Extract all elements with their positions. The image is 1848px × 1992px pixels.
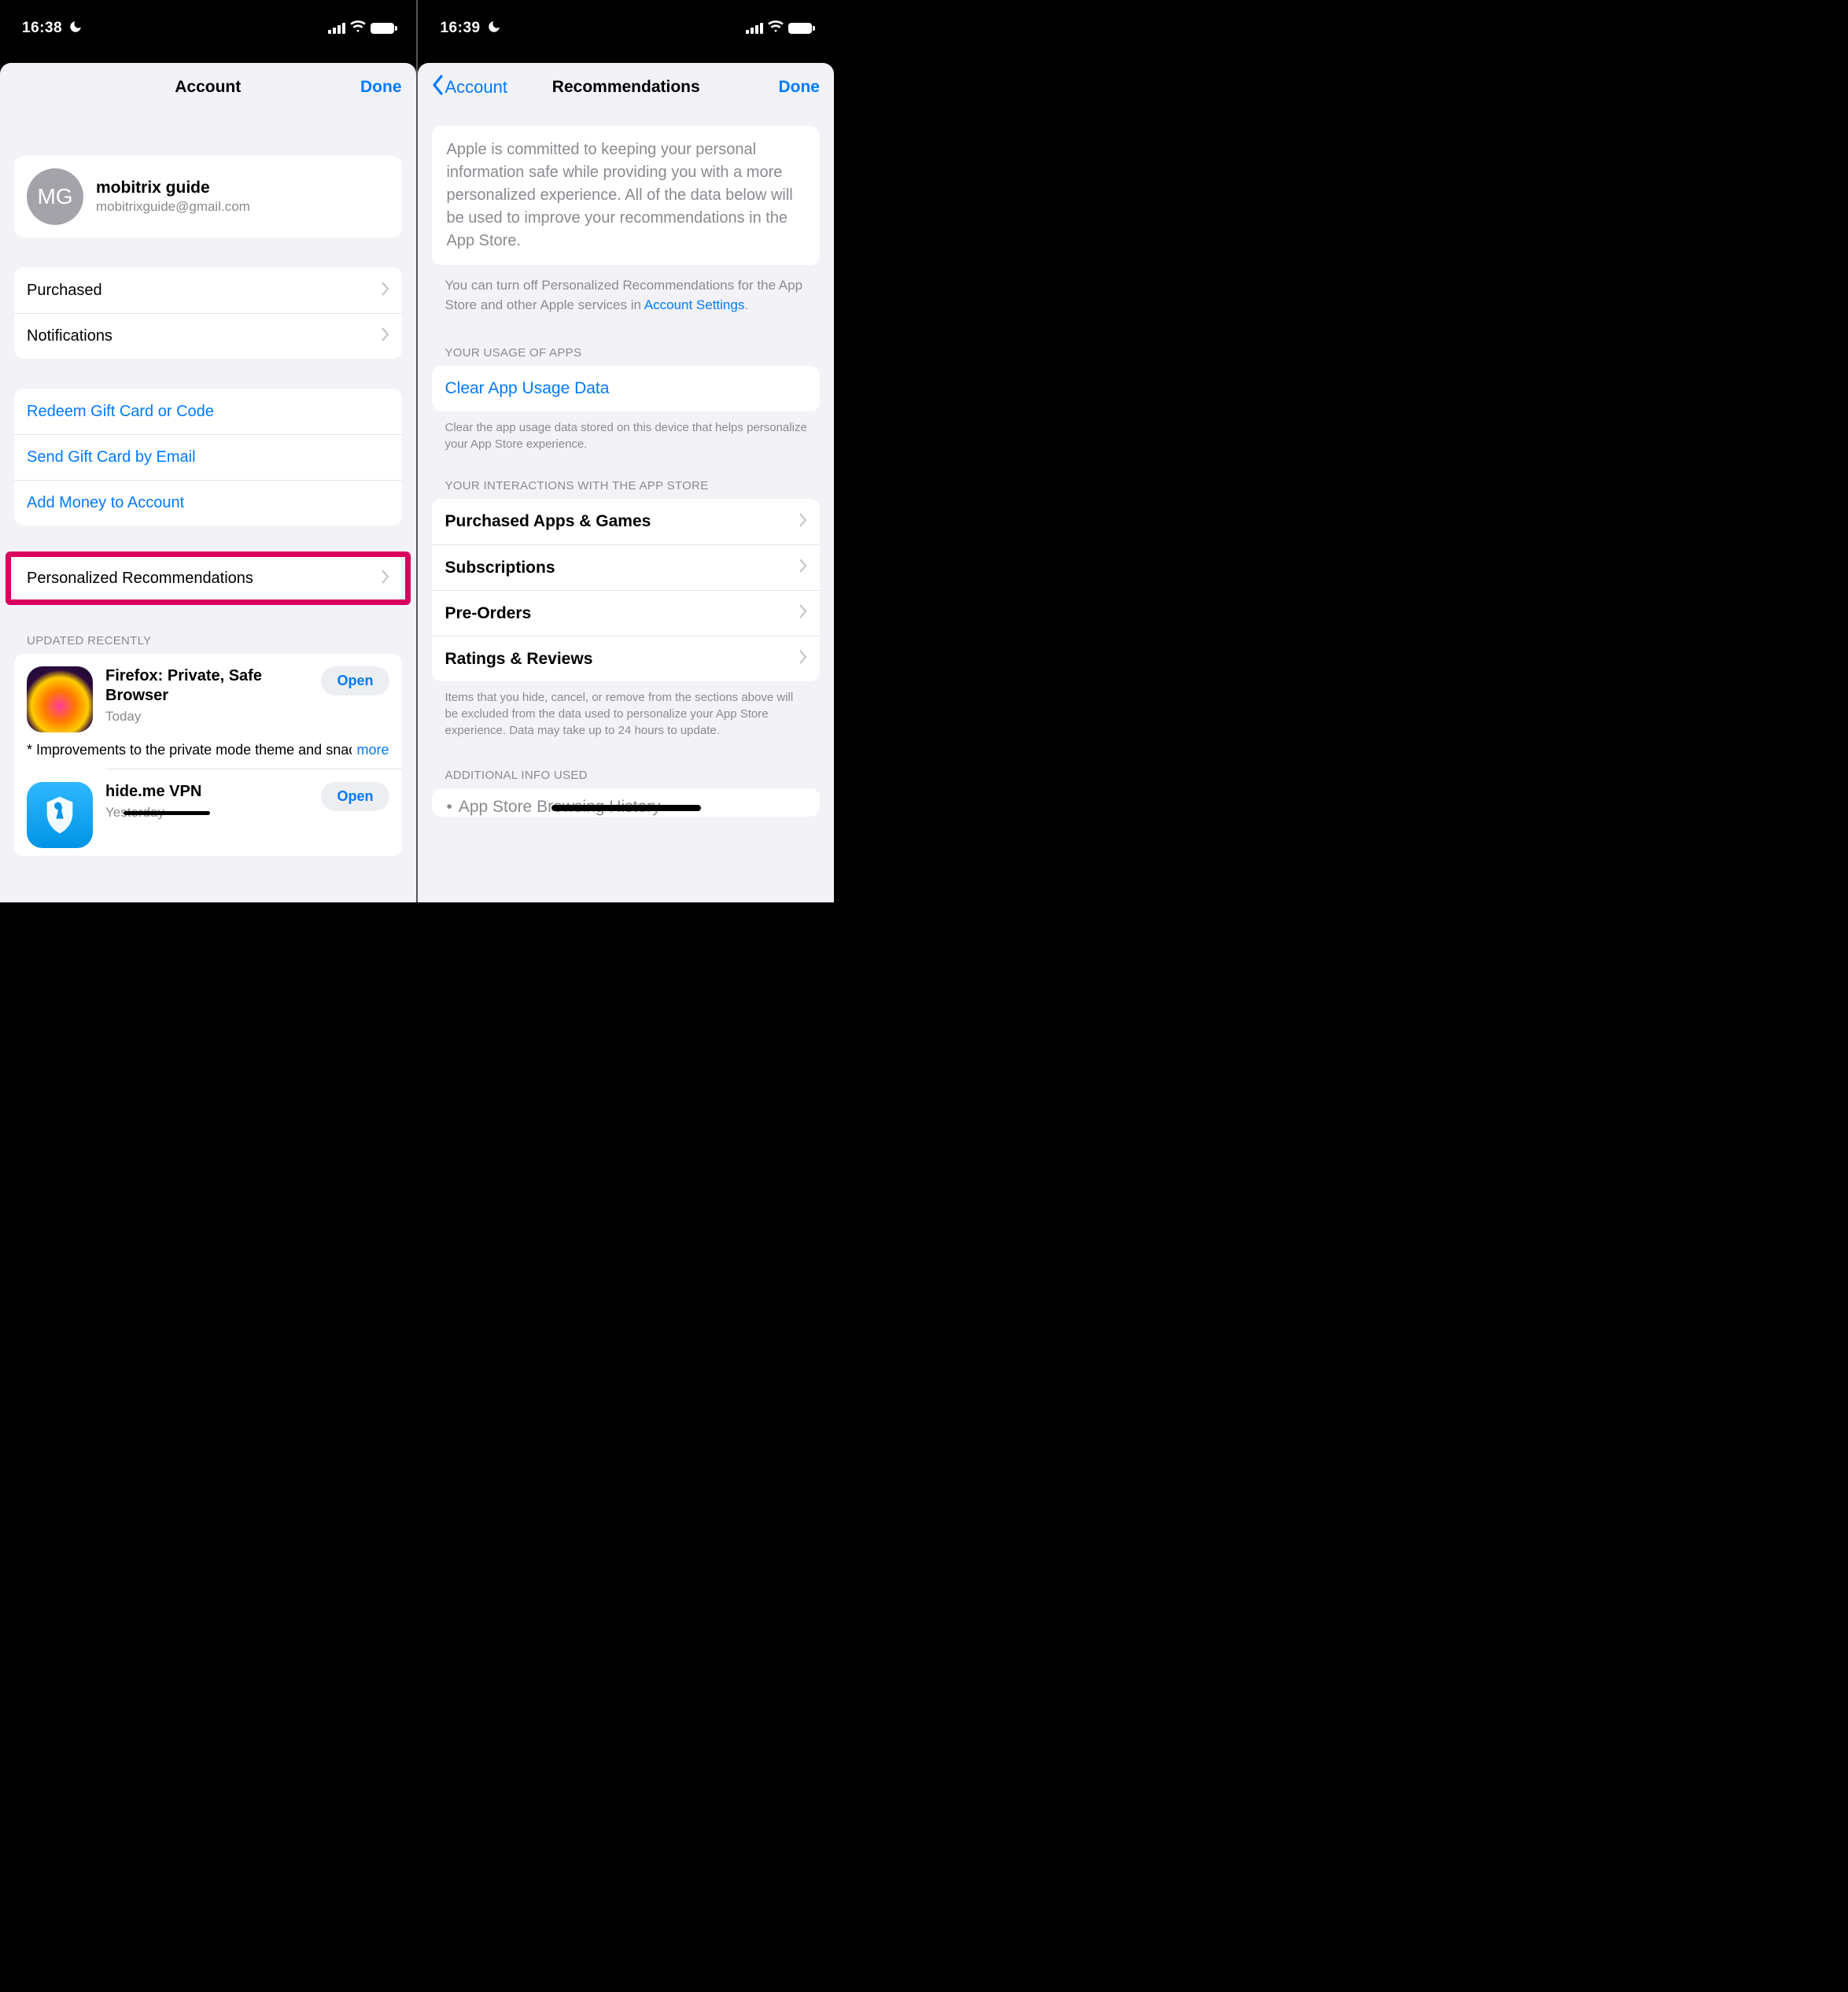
pre-orders-row[interactable]: Pre-Orders <box>432 590 820 636</box>
send-gift-card-row[interactable]: Send Gift Card by Email <box>14 434 402 480</box>
back-button[interactable]: Account <box>432 75 507 100</box>
release-notes-text: * Improvements to the private mode theme… <box>27 742 386 758</box>
interactions-caption: YOUR INTERACTIONS WITH THE APP STORE <box>418 479 834 499</box>
ratings-reviews-row[interactable]: Ratings & Reviews <box>432 636 820 681</box>
interactions-footer: Items that you hide, cancel, or remove f… <box>418 681 834 739</box>
chevron-right-icon <box>799 513 807 531</box>
chevron-right-icon <box>382 282 389 300</box>
chevron-right-icon <box>382 327 389 345</box>
done-button[interactable]: Done <box>360 78 402 97</box>
profile-card[interactable]: MG mobitrix guide mobitrixguide@gmail.co… <box>14 156 402 238</box>
chevron-right-icon <box>382 570 389 588</box>
updated-recently-caption: UPDATED RECENTLY <box>0 634 416 654</box>
chevron-right-icon <box>799 604 807 622</box>
clock-label: 16:39 <box>440 20 480 37</box>
open-app-button[interactable]: Open <box>321 666 389 695</box>
cell-signal-icon <box>328 23 345 34</box>
back-label: Account <box>444 77 507 98</box>
avatar: MG <box>27 168 83 225</box>
subscriptions-row[interactable]: Subscriptions <box>432 544 820 590</box>
chevron-left-icon <box>432 75 444 100</box>
redaction-bar <box>551 805 701 811</box>
open-app-button[interactable]: Open <box>321 782 389 811</box>
profile-email: mobitrixguide@gmail.com <box>96 199 250 215</box>
app-update-row-firefox[interactable]: Firefox: Private, Safe Browser Today Ope… <box>14 654 402 740</box>
status-bar: 16:38 <box>0 0 416 63</box>
additional-info-caption: ADDITIONAL INFO USED <box>418 769 834 788</box>
cell-signal-icon <box>746 23 763 34</box>
do-not-disturb-icon <box>68 20 83 38</box>
done-button[interactable]: Done <box>778 78 820 97</box>
app-time-label: Yesterday <box>105 805 308 821</box>
add-money-row[interactable]: Add Money to Account <box>14 480 402 526</box>
battery-icon <box>788 23 812 34</box>
row-label: Personalized Recommendations <box>27 570 253 588</box>
nav-bar: Account Done <box>0 63 416 112</box>
row-label: Ratings & Reviews <box>444 650 592 669</box>
battery-icon <box>371 23 394 34</box>
release-notes: * Improvements to the private mode theme… <box>14 740 402 769</box>
nav-bar: Account Recommendations Done <box>418 63 834 112</box>
profile-name: mobitrix guide <box>96 179 250 197</box>
personalized-recommendations-row[interactable]: Personalized Recommendations <box>14 555 402 601</box>
row-label: Clear App Usage Data <box>444 379 609 398</box>
nav-title: Account <box>0 78 416 97</box>
row-label: Purchased Apps & Games <box>444 512 651 531</box>
purchased-row[interactable]: Purchased <box>14 267 402 313</box>
more-button[interactable]: more <box>352 740 389 759</box>
clock-label: 16:38 <box>22 20 62 37</box>
row-label: Purchased <box>27 282 102 300</box>
usage-of-apps-caption: YOUR USAGE OF APPS <box>418 346 834 366</box>
account-settings-link[interactable]: Account Settings <box>644 297 745 312</box>
hideme-app-icon <box>27 782 93 848</box>
purchased-apps-row[interactable]: Purchased Apps & Games <box>432 499 820 544</box>
bullet-icon: • <box>446 798 452 817</box>
do-not-disturb-icon <box>487 20 501 38</box>
notifications-row[interactable]: Notifications <box>14 313 402 359</box>
note-text-end: . <box>744 297 748 312</box>
row-label: Add Money to Account <box>27 494 184 512</box>
row-label: Redeem Gift Card or Code <box>27 403 214 421</box>
chevron-right-icon <box>799 650 807 668</box>
chevron-right-icon <box>799 559 807 577</box>
intro-card: Apple is committed to keeping your perso… <box>432 126 820 265</box>
usage-footer: Clear the app usage data stored on this … <box>418 411 834 452</box>
app-update-row-hideme[interactable]: hide.me VPN Yesterday Open <box>14 769 402 856</box>
redeem-gift-card-row[interactable]: Redeem Gift Card or Code <box>14 389 402 434</box>
row-label: Notifications <box>27 327 113 345</box>
row-label: Pre-Orders <box>444 604 531 623</box>
firefox-app-icon <box>27 666 93 732</box>
intro-text: Apple is committed to keeping your perso… <box>446 138 806 253</box>
additional-info-item: • App Store Browsing History <box>432 788 820 817</box>
account-settings-note: You can turn off Personalized Recommenda… <box>418 265 834 315</box>
wifi-icon <box>768 20 784 37</box>
status-bar: 16:39 <box>418 0 834 63</box>
row-label: Send Gift Card by Email <box>27 448 196 467</box>
row-label: Subscriptions <box>444 559 555 577</box>
clear-app-usage-row[interactable]: Clear App Usage Data <box>432 366 820 411</box>
wifi-icon <box>350 20 366 37</box>
note-text: You can turn off Personalized Recommenda… <box>444 278 802 312</box>
app-title: hide.me VPN <box>105 782 308 802</box>
app-title: Firefox: Private, Safe Browser <box>105 666 308 706</box>
app-time-label: Today <box>105 709 308 725</box>
